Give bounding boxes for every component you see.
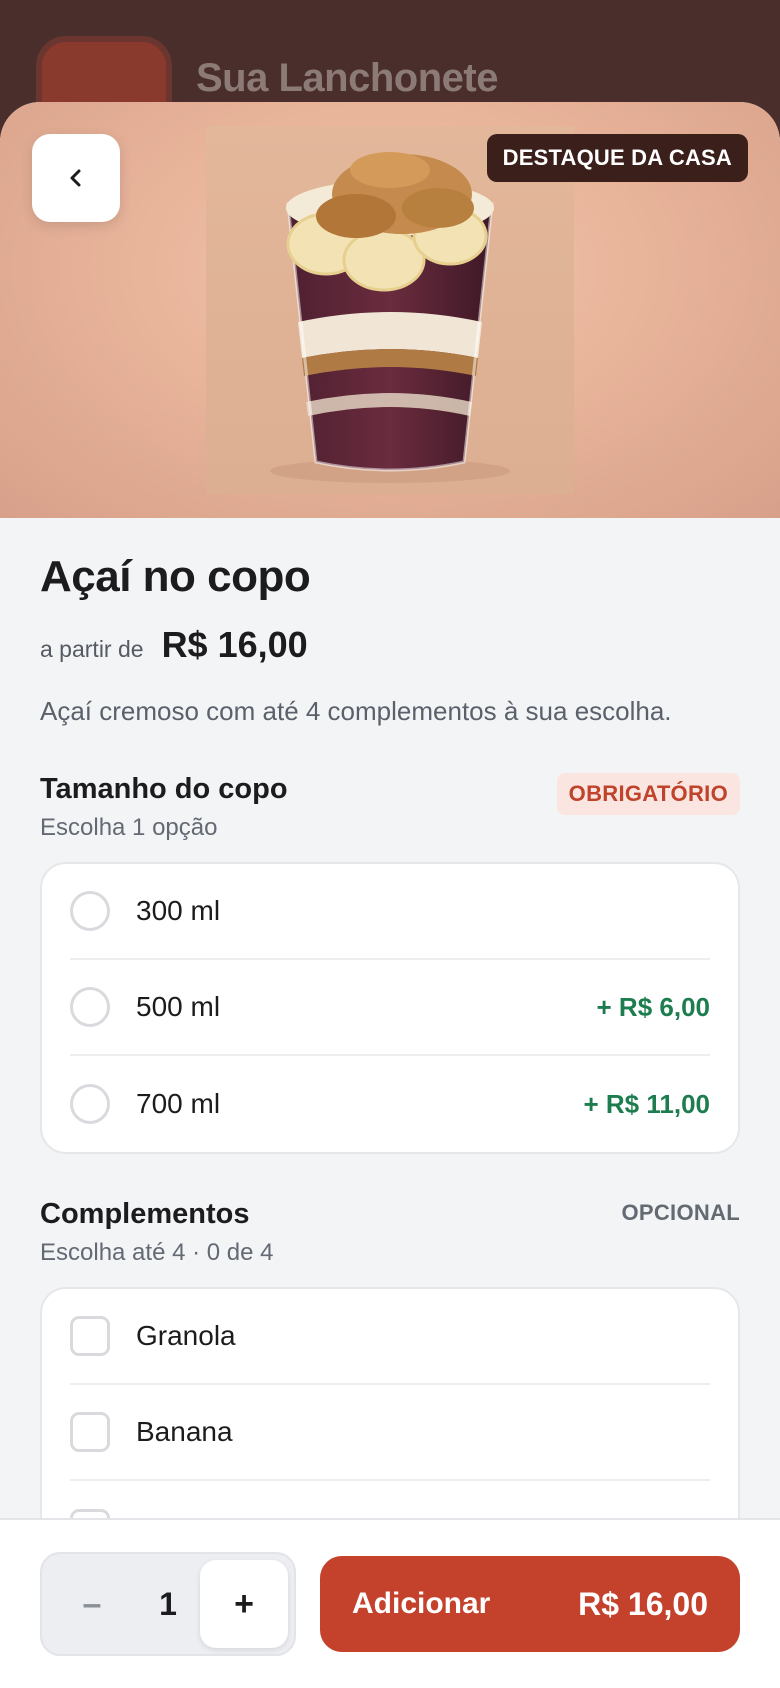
size-group-title: Tamanho do copo: [40, 773, 288, 805]
store-name: Sua Lanchonete: [196, 56, 498, 100]
complement-option-granola[interactable]: Granola: [70, 1289, 710, 1385]
size-group: Tamanho do copo Escolha 1 opção OBRIGATÓ…: [40, 773, 740, 1154]
product-details: Açaí no copo a partir de R$ 16,00 Açaí c…: [0, 552, 780, 1579]
checkbox[interactable]: [70, 1316, 110, 1356]
product-description: Açaí cremoso com até 4 complementos à su…: [40, 696, 672, 726]
size-option-300[interactable]: 300 ml: [70, 864, 710, 960]
size-option-price: + R$ 6,00: [596, 991, 710, 1022]
quantity-stepper: – 1 +: [40, 1552, 296, 1656]
add-button-total: R$ 16,00: [578, 1585, 708, 1622]
size-group-subtitle: Escolha 1 opção: [40, 814, 218, 841]
bottom-action-bar: – 1 + Adicionar R$ 16,00: [0, 1518, 780, 1688]
complements-group-title: Complementos: [40, 1198, 250, 1230]
optional-badge: OPCIONAL: [621, 1200, 740, 1225]
price-row: a partir de R$ 16,00: [40, 624, 740, 666]
add-button-label: Adicionar: [352, 1587, 491, 1620]
complements-group-header: Complementos Escolha até 4 · 0 de 4 OPCI…: [40, 1198, 740, 1267]
quantity-value: 1: [159, 1585, 177, 1622]
complement-option-banana[interactable]: Banana: [70, 1385, 710, 1481]
size-option-price: + R$ 11,00: [583, 1088, 711, 1119]
increase-quantity-button[interactable]: +: [200, 1560, 288, 1648]
chevron-left-icon: [70, 169, 81, 187]
size-option-label: 700 ml: [136, 1088, 221, 1119]
radio-button[interactable]: [70, 891, 110, 931]
checkbox[interactable]: [70, 1412, 110, 1452]
price-value: R$ 16,00: [161, 624, 308, 665]
complement-option-label: Granola: [136, 1320, 236, 1351]
product-sheet: DESTAQUE DA CASA Açaí no copo a partir d…: [0, 102, 780, 1688]
radio-button[interactable]: [70, 1084, 110, 1124]
complements-group-subtitle: Escolha até 4 · 0 de 4: [40, 1239, 274, 1266]
size-option-500[interactable]: 500 ml + R$ 6,00: [70, 960, 710, 1056]
size-option-label: 300 ml: [136, 895, 221, 926]
size-option-700[interactable]: 700 ml + R$ 11,00: [70, 1056, 710, 1152]
size-options-card: 300 ml 500 ml + R$ 6,00 700 ml + R$ 11,0…: [40, 862, 740, 1154]
radio-button[interactable]: [70, 987, 110, 1027]
decrease-quantity-button[interactable]: –: [48, 1560, 136, 1648]
size-group-header: Tamanho do copo Escolha 1 opção OBRIGATÓ…: [40, 773, 740, 842]
size-option-label: 500 ml: [136, 991, 221, 1022]
product-name: Açaí no copo: [40, 552, 311, 601]
price-prefix: a partir de: [40, 636, 144, 662]
required-badge: OBRIGATÓRIO: [556, 773, 740, 815]
featured-badge: DESTAQUE DA CASA: [486, 134, 748, 182]
complement-option-label: Banana: [136, 1416, 233, 1447]
back-button[interactable]: [32, 134, 120, 222]
add-to-cart-button[interactable]: Adicionar R$ 16,00: [320, 1556, 740, 1652]
product-hero: DESTAQUE DA CASA: [0, 102, 780, 518]
